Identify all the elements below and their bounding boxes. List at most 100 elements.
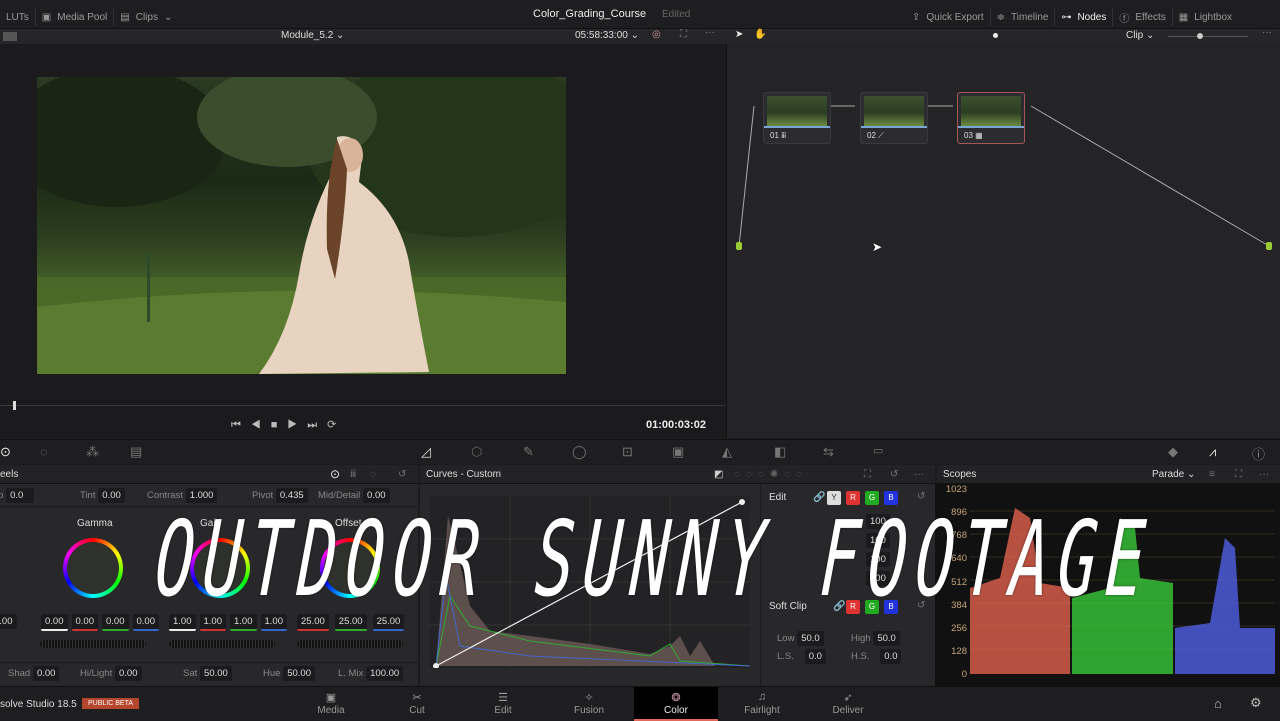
key-icon[interactable]: ◧ xyxy=(774,444,786,460)
color-wheels-tool-icon[interactable]: ⊙ xyxy=(0,444,11,460)
transport-controls: ⏮◀■▶⏭⟳ xyxy=(231,418,346,432)
timeline-button[interactable]: Timeline xyxy=(1011,12,1048,23)
page-edit[interactable]: ☰ Edit xyxy=(461,687,545,721)
node-03[interactable]: 03 ▦ xyxy=(957,92,1025,144)
offset-master-wheel[interactable] xyxy=(297,640,403,648)
curves-reset-icon[interactable]: ↺ xyxy=(890,469,898,480)
scrubber-bar[interactable] xyxy=(0,405,725,406)
nodes-button[interactable]: Nodes xyxy=(1077,12,1106,23)
effects-icon: ⓕ xyxy=(1119,13,1130,25)
hand-tool-icon[interactable]: ✋ xyxy=(754,29,766,40)
media-pool-button[interactable]: Media Pool xyxy=(57,12,107,23)
gamma-r-value[interactable]: 0.00 xyxy=(71,614,98,631)
sat-field[interactable]: 50.00 xyxy=(200,666,232,681)
hue-curves-icons[interactable]: ◌◌◌✺◌◌ xyxy=(734,469,808,480)
stop-icon[interactable]: ■ xyxy=(271,419,288,431)
color-picker-icon[interactable]: ◎ xyxy=(652,29,661,40)
qualifier-icon[interactable]: ✎ xyxy=(523,444,534,460)
rgb-mixer-icon[interactable]: ⁂ xyxy=(86,444,99,460)
node-01[interactable]: 01 ⅲ xyxy=(763,92,831,144)
gamma-wheel[interactable] xyxy=(63,538,123,598)
layout-toggle[interactable] xyxy=(3,32,17,41)
shad-label: Shad xyxy=(8,668,31,679)
low-field[interactable]: 50.0 xyxy=(797,631,824,646)
scope-tick: 128 xyxy=(951,645,967,657)
page-deliver[interactable]: ➶ Deliver xyxy=(806,687,890,721)
hue-field[interactable]: 50.00 xyxy=(283,666,315,681)
more-icon[interactable]: ··· xyxy=(705,27,715,38)
scope-settings-icon[interactable]: ≡ xyxy=(1209,469,1215,480)
page-label: Color xyxy=(664,705,688,716)
keyframes-icon[interactable]: ◆ xyxy=(1168,444,1178,460)
luts-button[interactable]: LUTs xyxy=(6,12,29,23)
window-icon[interactable]: ◯ xyxy=(572,444,587,460)
reset-icon[interactable]: ↺ xyxy=(398,469,406,480)
hilight-field[interactable]: 0.00 xyxy=(115,666,142,681)
bars-mode-icon[interactable]: ⅲ xyxy=(350,469,356,480)
play-reverse-icon[interactable]: ◀ xyxy=(251,419,271,431)
page-label: Cut xyxy=(409,705,425,716)
gamma-g-value[interactable]: 0.00 xyxy=(102,614,129,631)
color-warper-icon[interactable]: ⬡ xyxy=(471,444,482,460)
motion-effects-icon[interactable]: ▤ xyxy=(130,444,142,460)
page-fusion[interactable]: ✧ Fusion xyxy=(547,687,631,721)
tracker-icon[interactable]: ⊡ xyxy=(622,444,633,460)
lightbox-button[interactable]: Lightbox xyxy=(1194,12,1232,23)
clips-button[interactable]: Clips xyxy=(136,12,158,23)
go-to-end-icon[interactable]: ⏭ xyxy=(307,419,327,431)
tint-field[interactable]: 0.00 xyxy=(98,488,125,503)
temp-field[interactable]: 0.0 xyxy=(6,488,35,503)
curves-expand-icon[interactable]: ⛶ xyxy=(864,469,871,480)
sizing-icon[interactable]: ⇆ xyxy=(823,444,834,460)
page-dot[interactable] xyxy=(993,33,998,38)
lmix-field[interactable]: 100.00 xyxy=(366,666,404,681)
settings-gear-icon[interactable]: ⚙ xyxy=(1250,695,1262,711)
hdr-tool-icon[interactable]: ◌ xyxy=(40,444,48,459)
gamma-y-value[interactable]: 0.00 xyxy=(41,614,68,631)
scopes-tool-icon[interactable]: ⩘ xyxy=(1209,444,1216,460)
node-more-icon[interactable]: ··· xyxy=(1262,27,1272,38)
info-icon[interactable]: ⓘ xyxy=(1252,444,1265,463)
scope-more-icon[interactable]: ··· xyxy=(1259,469,1269,480)
blur-icon[interactable]: ◭ xyxy=(722,444,732,460)
node-label: 03 xyxy=(964,131,973,140)
gamma-master-wheel[interactable] xyxy=(40,640,146,648)
timecode-selector[interactable]: 05:58:33:00 ⌄ xyxy=(575,30,639,41)
zoom-slider[interactable] xyxy=(1168,33,1248,39)
high-field[interactable]: 50.0 xyxy=(873,631,900,646)
curves-tool-icon[interactable]: ◿ xyxy=(421,444,431,460)
pointer-tool-icon[interactable]: ➤ xyxy=(735,29,743,40)
page-cut[interactable]: ✂ Cut xyxy=(375,687,459,721)
effects-button[interactable]: Effects xyxy=(1135,12,1165,23)
page-color[interactable]: ❂ Color xyxy=(634,687,718,721)
timeline-selector[interactable]: Module_5.2 ⌄ xyxy=(281,30,344,41)
shad-field[interactable]: 0.00 xyxy=(32,666,60,681)
go-to-start-icon[interactable]: ⏮ xyxy=(231,419,251,431)
wheels-mode-icon[interactable]: ⊙ xyxy=(330,467,340,481)
scope-mode-selector[interactable]: Parade ⌄ xyxy=(1152,469,1195,480)
node-02[interactable]: 02 ⟋ xyxy=(860,92,928,144)
play-icon[interactable]: ▶ xyxy=(287,419,307,431)
ls-field[interactable]: 0.0 xyxy=(804,649,826,664)
scopes-header: Scopes Parade ⌄ ≡ ⛶ ··· xyxy=(937,465,1280,484)
home-icon[interactable]: ⌂ xyxy=(1214,696,1222,711)
clip-mode-selector[interactable]: Clip ⌄ xyxy=(1126,30,1154,41)
custom-curve-icon[interactable]: ◩ xyxy=(714,469,723,480)
curves-more-icon[interactable]: ··· xyxy=(914,469,924,480)
gain-master-wheel[interactable] xyxy=(169,640,275,648)
page-media[interactable]: ▣ Media xyxy=(289,687,373,721)
fullscreen-icon[interactable]: ⛶ xyxy=(680,29,687,40)
magic-mask-icon[interactable]: ▣ xyxy=(672,444,684,460)
page-fairlight[interactable]: ♫ Fairlight xyxy=(720,687,804,721)
hs-field[interactable]: 0.0 xyxy=(880,649,902,664)
project-title: Color_Grading_Course xyxy=(533,8,647,20)
3d-icon[interactable]: ▭ xyxy=(873,444,883,457)
playhead[interactable] xyxy=(13,401,16,410)
node-editor[interactable]: 01 ⅲ 02 ⟋ 03 ▦ ➤ xyxy=(726,44,1280,438)
lift-value[interactable]: 0.00 xyxy=(0,614,17,629)
scope-expand-icon[interactable]: ⛶ xyxy=(1235,469,1242,480)
loop-icon[interactable]: ⟳ xyxy=(327,419,346,431)
top-toolbar: LUTs ▣ Media Pool ▤ Clips ⌄ Color_Grading_C… xyxy=(0,0,1280,29)
log-mode-icon[interactable]: ◌ xyxy=(370,469,376,480)
quick-export-button[interactable]: Quick Export xyxy=(926,12,983,23)
